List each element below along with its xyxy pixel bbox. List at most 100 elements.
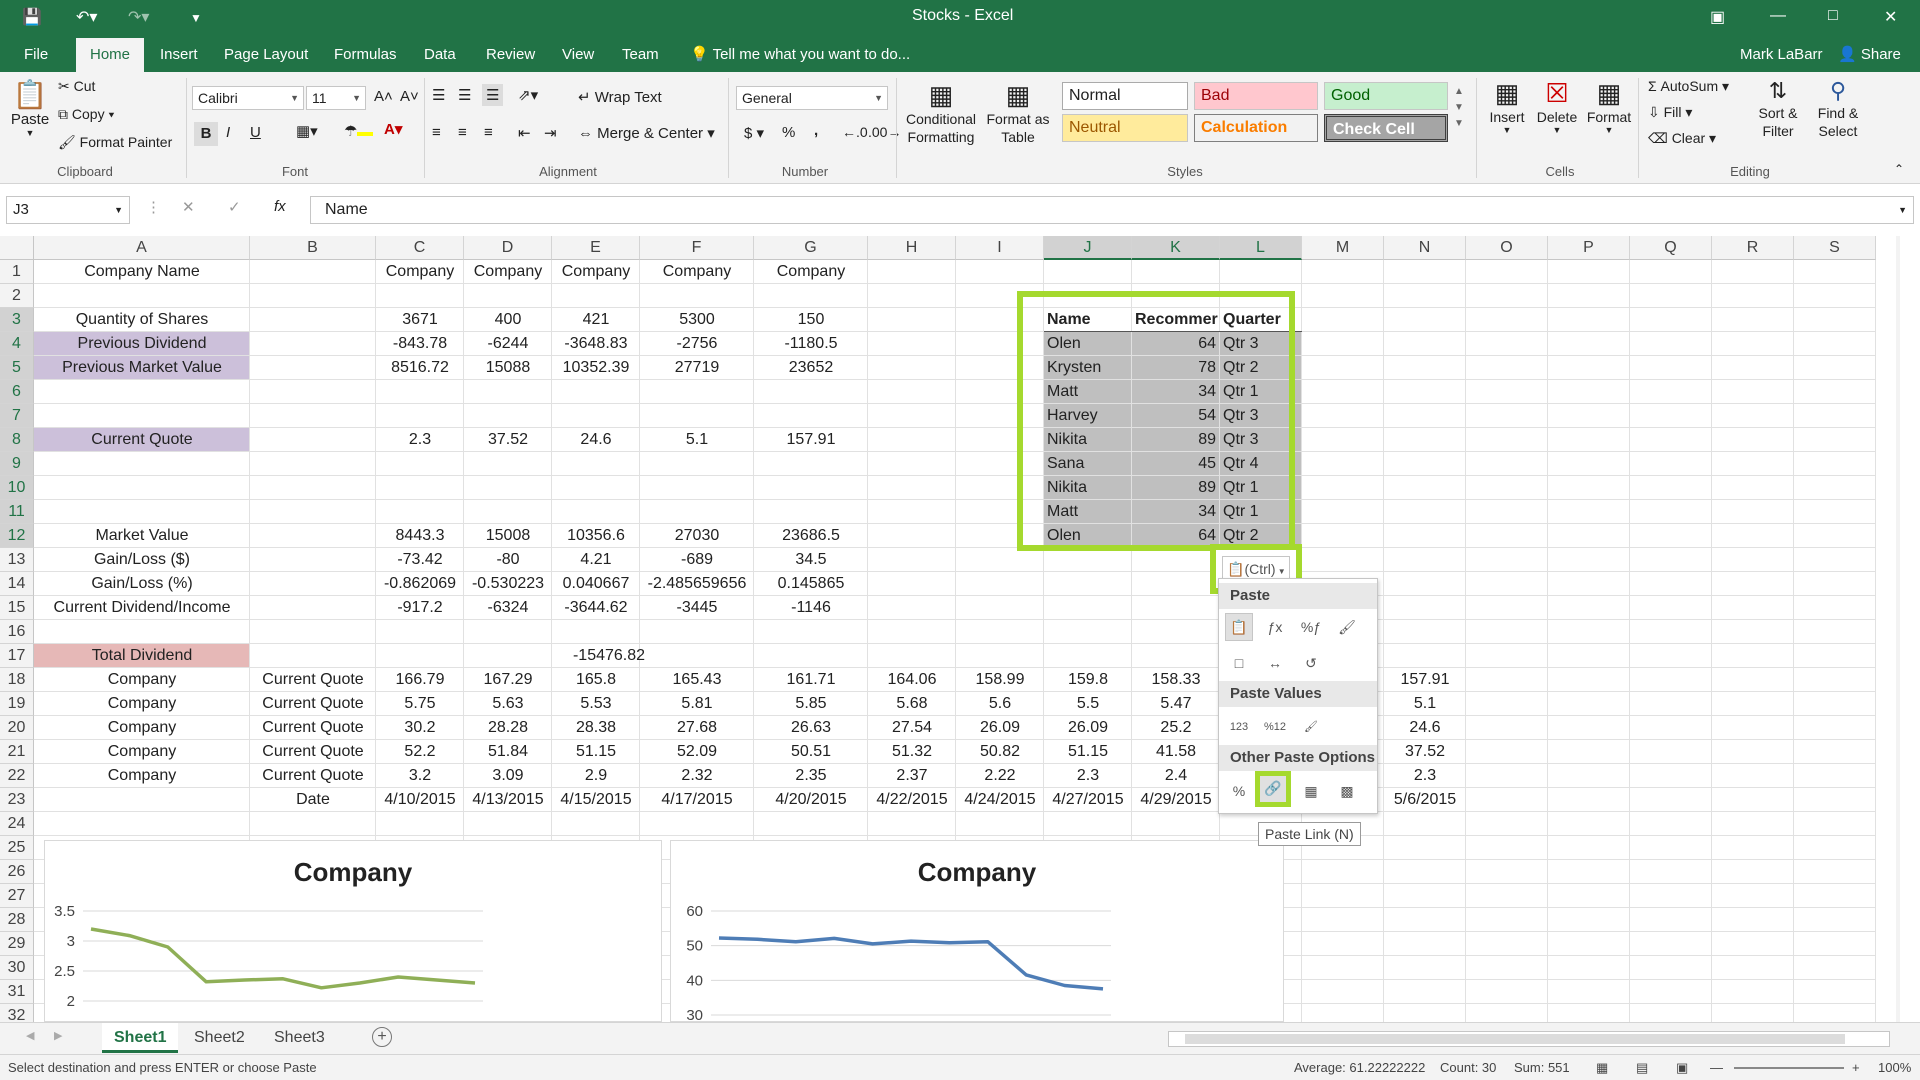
cell-f21[interactable]: 52.09	[640, 740, 754, 764]
cell-f23[interactable]: 4/17/2015	[640, 788, 754, 812]
style-neutral[interactable]: Neutral	[1062, 114, 1188, 142]
cell-a5[interactable]: Previous Market Value	[34, 356, 250, 380]
cell-c5[interactable]: 8516.72	[376, 356, 464, 380]
cell-d21[interactable]: 51.84	[464, 740, 552, 764]
cell-g1[interactable]: Company	[754, 260, 868, 284]
cell-e17[interactable]: -15476.82	[464, 644, 754, 668]
cell-l10[interactable]: Qtr 1	[1220, 476, 1302, 500]
redo-icon[interactable]: ↷▾	[128, 7, 149, 27]
cell-e14[interactable]: 0.040667	[552, 572, 640, 596]
enter-icon[interactable]: ✓	[228, 198, 241, 216]
normal-view-icon[interactable]: ▦	[1596, 1060, 1608, 1076]
column-header-j[interactable]: J	[1044, 236, 1132, 260]
cell-g18[interactable]: 161.71	[754, 668, 868, 692]
cell-a13[interactable]: Gain/Loss ($)	[34, 548, 250, 572]
cell-e5[interactable]: 10352.39	[552, 356, 640, 380]
cell-j12[interactable]: Olen	[1044, 524, 1132, 548]
cell-k5[interactable]: 78	[1132, 356, 1220, 380]
tell-me-box[interactable]: 💡 Tell me what you want to do...	[688, 38, 912, 72]
cell-n19[interactable]: 5.1	[1384, 692, 1466, 716]
column-header-q[interactable]: Q	[1630, 236, 1712, 260]
cell-b22[interactable]: Current Quote	[250, 764, 376, 788]
cell-g8[interactable]: 157.91	[754, 428, 868, 452]
cell-n21[interactable]: 37.52	[1384, 740, 1466, 764]
linked-picture-icon[interactable]: ▩	[1333, 777, 1361, 805]
cell-c18[interactable]: 166.79	[376, 668, 464, 692]
column-header-s[interactable]: S	[1794, 236, 1876, 260]
row-header-10[interactable]: 10	[0, 476, 34, 500]
cell-e1[interactable]: Company	[552, 260, 640, 284]
row-header-29[interactable]: 29	[0, 932, 34, 956]
cell-a20[interactable]: Company	[34, 716, 250, 740]
cell-e12[interactable]: 10356.6	[552, 524, 640, 548]
cell-b18[interactable]: Current Quote	[250, 668, 376, 692]
bottom-align-icon[interactable]: ☰	[482, 84, 504, 106]
cell-l3[interactable]: Quarter	[1220, 308, 1302, 332]
row-header-31[interactable]: 31	[0, 980, 34, 1004]
cell-f3[interactable]: 5300	[640, 308, 754, 332]
cell-d13[interactable]: -80	[464, 548, 552, 572]
cell-h19[interactable]: 5.68	[868, 692, 956, 716]
cell-c14[interactable]: -0.862069	[376, 572, 464, 596]
comma-button[interactable]: ,	[814, 122, 818, 139]
cell-a17[interactable]: Total Dividend	[34, 644, 250, 668]
page-break-view-icon[interactable]: ▣	[1676, 1060, 1688, 1076]
column-header-l[interactable]: L	[1220, 236, 1302, 260]
borders-icon[interactable]: ▦▾	[296, 122, 318, 140]
paste-formulas-icon[interactable]: ƒx	[1261, 613, 1289, 641]
cell-h21[interactable]: 51.32	[868, 740, 956, 764]
style-bad[interactable]: Bad	[1194, 82, 1318, 110]
column-header-p[interactable]: P	[1548, 236, 1630, 260]
paste-button[interactable]: 📋 Paste ▼	[10, 78, 50, 138]
clear-button[interactable]: ⌫ Clear ▾	[1648, 130, 1716, 147]
cell-j19[interactable]: 5.5	[1044, 692, 1132, 716]
bold-button[interactable]: B	[194, 122, 218, 146]
cell-e3[interactable]: 421	[552, 308, 640, 332]
column-header-b[interactable]: B	[250, 236, 376, 260]
row-header-3[interactable]: 3	[0, 308, 34, 332]
cancel-icon[interactable]: ✕	[182, 198, 195, 216]
cell-g4[interactable]: -1180.5	[754, 332, 868, 356]
cell-c15[interactable]: -917.2	[376, 596, 464, 620]
cell-e4[interactable]: -3648.83	[552, 332, 640, 356]
vertical-scrollbar[interactable]	[1896, 236, 1900, 1026]
column-header-h[interactable]: H	[868, 236, 956, 260]
percent-button[interactable]: %	[782, 124, 795, 141]
cell-i18[interactable]: 158.99	[956, 668, 1044, 692]
fill-color-icon[interactable]: ☂	[344, 122, 374, 140]
cell-b20[interactable]: Current Quote	[250, 716, 376, 740]
tab-review[interactable]: Review	[484, 38, 537, 72]
wrap-text-button[interactable]: ↵ Wrap Text	[578, 88, 662, 106]
cell-d5[interactable]: 15088	[464, 356, 552, 380]
cell-j23[interactable]: 4/27/2015	[1044, 788, 1132, 812]
tab-view[interactable]: View	[560, 38, 596, 72]
cell-j3[interactable]: Name	[1044, 308, 1132, 332]
column-header-c[interactable]: C	[376, 236, 464, 260]
cell-a12[interactable]: Market Value	[34, 524, 250, 548]
cell-h18[interactable]: 164.06	[868, 668, 956, 692]
row-header-8[interactable]: 8	[0, 428, 34, 452]
cell-f13[interactable]: -689	[640, 548, 754, 572]
cell-d19[interactable]: 5.63	[464, 692, 552, 716]
cell-i23[interactable]: 4/24/2015	[956, 788, 1044, 812]
cell-b19[interactable]: Current Quote	[250, 692, 376, 716]
cell-c1[interactable]: Company	[376, 260, 464, 284]
user-name[interactable]: Mark LaBarr	[1738, 38, 1825, 72]
cell-k21[interactable]: 41.58	[1132, 740, 1220, 764]
cell-a22[interactable]: Company	[34, 764, 250, 788]
tab-file[interactable]: File	[22, 38, 50, 72]
cell-c23[interactable]: 4/10/2015	[376, 788, 464, 812]
cell-j7[interactable]: Harvey	[1044, 404, 1132, 428]
cell-g15[interactable]: -1146	[754, 596, 868, 620]
cell-g13[interactable]: 34.5	[754, 548, 868, 572]
undo-icon[interactable]: ↶▾	[76, 7, 97, 27]
values-source-formatting-icon[interactable]: 🖌12	[1297, 713, 1325, 759]
sheet-tab-sheet3[interactable]: Sheet3	[262, 1023, 337, 1053]
cell-k22[interactable]: 2.4	[1132, 764, 1220, 788]
keep-source-formatting-icon[interactable]: 🖌	[1333, 613, 1361, 641]
cell-g23[interactable]: 4/20/2015	[754, 788, 868, 812]
cell-c13[interactable]: -73.42	[376, 548, 464, 572]
copy-button[interactable]: ⧉ Copy ▾	[58, 106, 114, 123]
cell-a21[interactable]: Company	[34, 740, 250, 764]
cell-f4[interactable]: -2756	[640, 332, 754, 356]
